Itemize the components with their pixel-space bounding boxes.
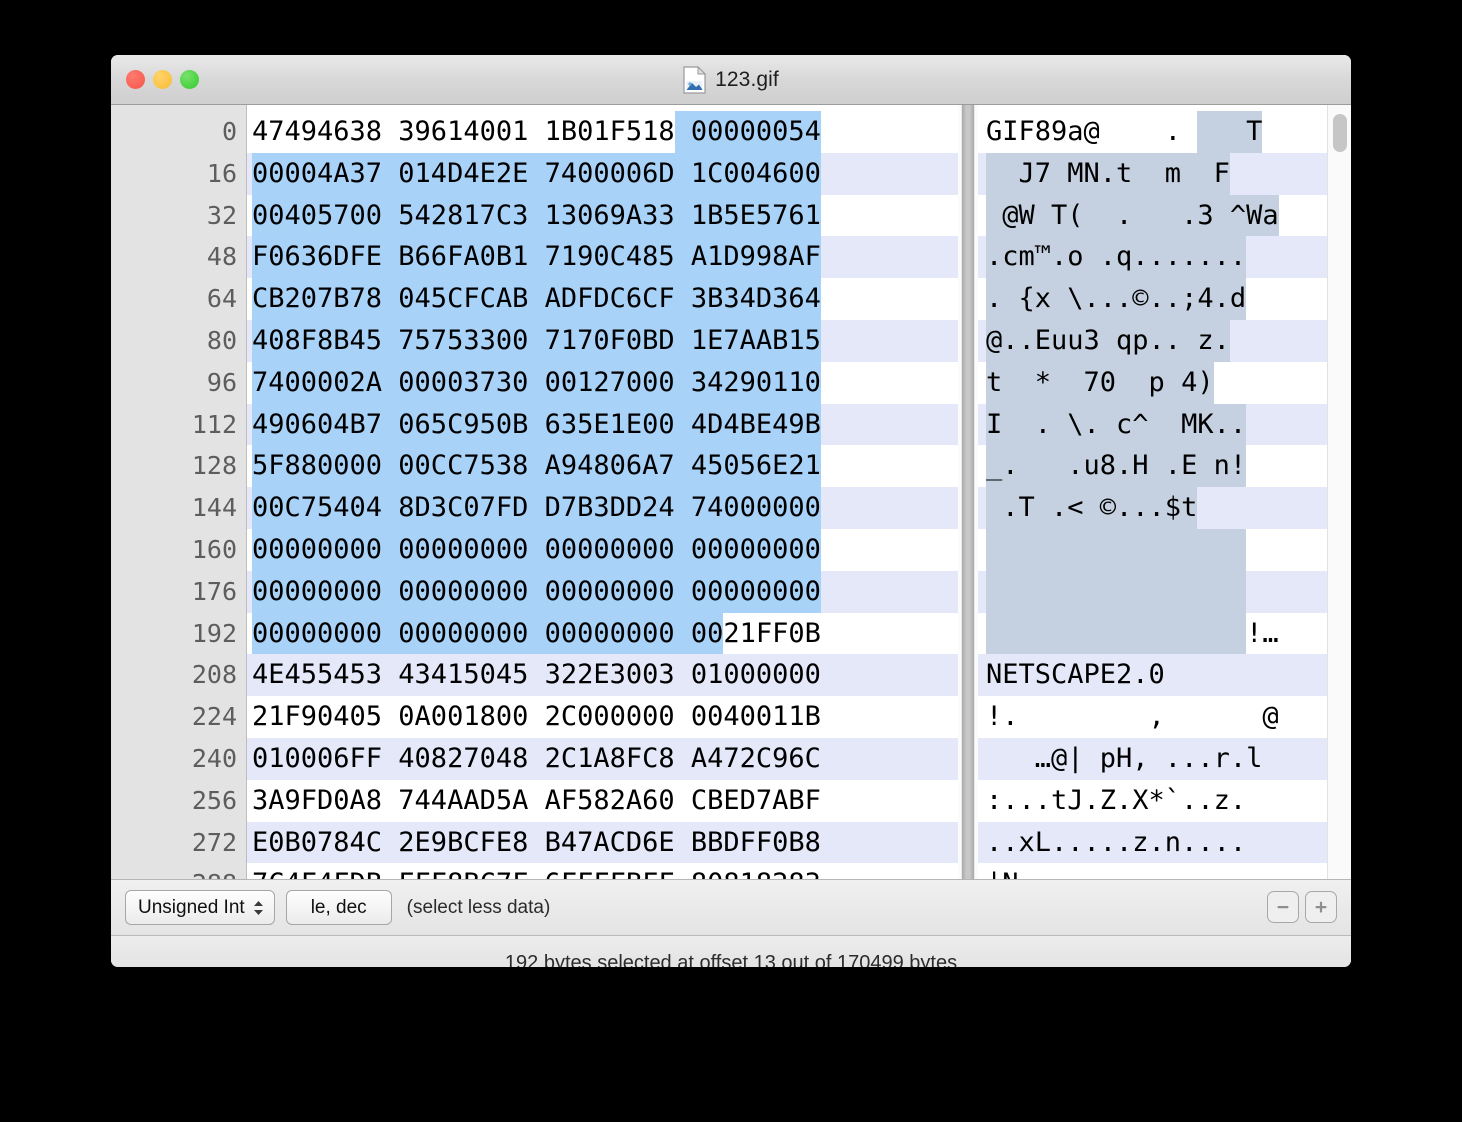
offset-label: 208 <box>191 660 237 690</box>
ascii-row[interactable]: .cm™.o .q....... <box>978 236 1351 279</box>
traffic-light-group <box>126 70 199 89</box>
offset-label: 160 <box>191 534 237 564</box>
hex-row[interactable]: CB207B78 045CFCAB ADFDC6CF 3B34D364 <box>247 278 958 320</box>
offset-label: 288 <box>111 863 246 879</box>
hex-row[interactable]: 490604B7 065C950B 635E1E00 4D4BE49B <box>247 403 958 446</box>
hex-editor-body: 0 16 32 48 64 80 96 112 128 144 160 176 192 208 224 240… <box>111 105 1351 880</box>
offset-label: 112 <box>191 409 237 439</box>
gif-document-icon <box>683 65 707 94</box>
hex-row[interactable]: 00000000 00000000 00000000 0021FF0B <box>247 612 958 655</box>
vertical-scrollbar[interactable] <box>1327 105 1351 879</box>
hex-row[interactable]: F0636DFE B66FA0B1 7190C485 A1D998AF <box>247 236 958 279</box>
ascii-row[interactable]: ..xL.....z.n.... <box>978 821 1351 864</box>
inspector-toolbar: Unsigned Int le, dec (select less data) <box>111 880 1351 936</box>
ascii-row[interactable]: @..Euu3 qp.. z. <box>978 319 1351 362</box>
zoom-button-group <box>1267 891 1337 923</box>
offset-label: 128 <box>191 451 237 481</box>
ascii-row[interactable]: GIF89a@ . T <box>978 111 1351 153</box>
ascii-row[interactable]: !. , @ <box>978 696 1351 738</box>
hex-pane[interactable]: 47494638 39614001 1B01F518 00000054 00004… <box>247 105 958 879</box>
zoom-out-button[interactable] <box>1267 891 1299 923</box>
offset-label: 272 <box>191 827 237 857</box>
scrollbar-thumb[interactable] <box>1333 114 1347 152</box>
status-bar-text: 192 bytes selected at offset 13 out of 1… <box>504 951 958 968</box>
offset-label: 64 <box>206 284 237 314</box>
hex-editor-window: 123.gif 0 16 32 48 64 80 96 112 128 144 160 176 192 2… <box>111 55 1351 967</box>
offset-label: 176 <box>191 576 237 606</box>
zoom-in-button[interactable] <box>1305 891 1337 923</box>
ascii-row[interactable]: J7 MN.t m F <box>978 152 1351 195</box>
pane-splitter[interactable] <box>958 105 978 879</box>
hex-row[interactable]: 7400002A 00003730 00127000 34290110 <box>247 361 958 404</box>
ascii-row[interactable]: NETSCAPE2.0 <box>978 654 1351 697</box>
hex-row[interactable]: 00405700 542817C3 13069A33 1B5E5761 <box>247 194 958 237</box>
chevron-updown-icon <box>253 900 264 916</box>
offset-label: 192 <box>191 618 237 648</box>
ascii-row[interactable]: t * 70 p 4) <box>978 361 1351 404</box>
hex-row[interactable]: 00004A37 014D4E2E 7400006D 1C004600 <box>247 152 958 195</box>
offset-label: 240 <box>191 743 237 773</box>
desktop-background: 123.gif 0 16 32 48 64 80 96 112 128 144 160 176 192 2… <box>0 0 1462 1122</box>
offset-label: 48 <box>206 242 237 272</box>
ascii-row[interactable]: @W T( . .3 ^Wa <box>978 194 1351 237</box>
ascii-row[interactable]: I . \. c^ MK.. <box>978 403 1351 446</box>
window-titlebar[interactable]: 123.gif <box>111 55 1351 105</box>
ascii-row[interactable]: …@| pH, ...r.l <box>978 737 1351 780</box>
ascii-row[interactable]: _. .u8.H .E n! <box>978 445 1351 488</box>
ascii-pane[interactable]: GIF89a@ . T J7 MN.t m F @W T( . .3 ^Wa .c… <box>978 105 1351 879</box>
endianness-button-label: le, dec <box>310 896 367 918</box>
hex-row[interactable]: 00000000 00000000 00000000 00000000 <box>247 528 958 571</box>
ascii-row[interactable]: . {x \...©..;4.d <box>978 278 1351 320</box>
window-title-group: 123.gif <box>111 55 1351 104</box>
endianness-button[interactable]: le, dec <box>285 890 392 925</box>
ascii-row[interactable]: .T .< ©...$t <box>978 487 1351 529</box>
window-title: 123.gif <box>715 67 779 91</box>
hex-row[interactable]: E0B0784C 2E9BCFE8 B47ACD6E BBDFF0B8 <box>247 821 958 864</box>
offset-label: 144 <box>191 493 237 523</box>
offset-label: 224 <box>191 702 237 732</box>
data-type-popup-label: Unsigned Int <box>138 896 245 918</box>
hex-row[interactable]: 010006FF 40827048 2C1A8FC8 A472C96C <box>247 737 958 780</box>
hex-row[interactable]: 7C4F4FDB FFF8BC7F 6FFFFBFF 80818283 <box>247 863 958 879</box>
hex-row[interactable]: 4E455453 43415045 322E3003 01000000 <box>247 654 958 697</box>
ascii-row[interactable]: |N <box>978 863 1351 879</box>
offset-column: 0 16 32 48 64 80 96 112 128 144 160 176 192 208 224 240… <box>111 105 247 879</box>
data-type-popup-button[interactable]: Unsigned Int <box>125 890 275 925</box>
ascii-row[interactable]: :...tJ.Z.X*`..z. <box>978 779 1351 822</box>
hex-row[interactable]: 00000000 00000000 00000000 00000000 <box>247 570 958 613</box>
hex-row[interactable]: 408F8B45 75753300 7170F0BD 1E7AAB15 <box>247 319 958 362</box>
ascii-row[interactable] <box>978 570 1351 613</box>
offset-label: 32 <box>206 200 237 230</box>
offset-label: 256 <box>191 785 237 815</box>
close-button[interactable] <box>126 70 145 89</box>
offset-label: 80 <box>206 325 237 355</box>
hex-row[interactable]: 3A9FD0A8 744AAD5A AF582A60 CBED7ABF <box>247 779 958 822</box>
offset-label: 96 <box>206 367 237 397</box>
hex-row[interactable]: 5F880000 00CC7538 A94806A7 45056E21 <box>247 445 958 488</box>
selection-hint-text: (select less data) <box>406 896 551 918</box>
status-bar: 192 bytes selected at offset 13 out of 1… <box>111 936 1351 967</box>
ascii-row[interactable] <box>978 528 1351 571</box>
offset-label: 0 <box>221 117 237 146</box>
hex-row[interactable]: 47494638 39614001 1B01F518 00000054 <box>247 111 958 153</box>
hex-row[interactable]: 21F90405 0A001800 2C000000 0040011B <box>247 696 958 738</box>
minimize-button[interactable] <box>153 70 172 89</box>
hex-row[interactable]: 00C75404 8D3C07FD D7B3DD24 74000000 <box>247 487 958 529</box>
zoom-button[interactable] <box>180 70 199 89</box>
plus-icon <box>1315 901 1327 913</box>
ascii-row[interactable]: !… <box>978 612 1351 655</box>
offset-label: 16 <box>206 158 237 188</box>
minus-icon <box>1277 906 1289 909</box>
